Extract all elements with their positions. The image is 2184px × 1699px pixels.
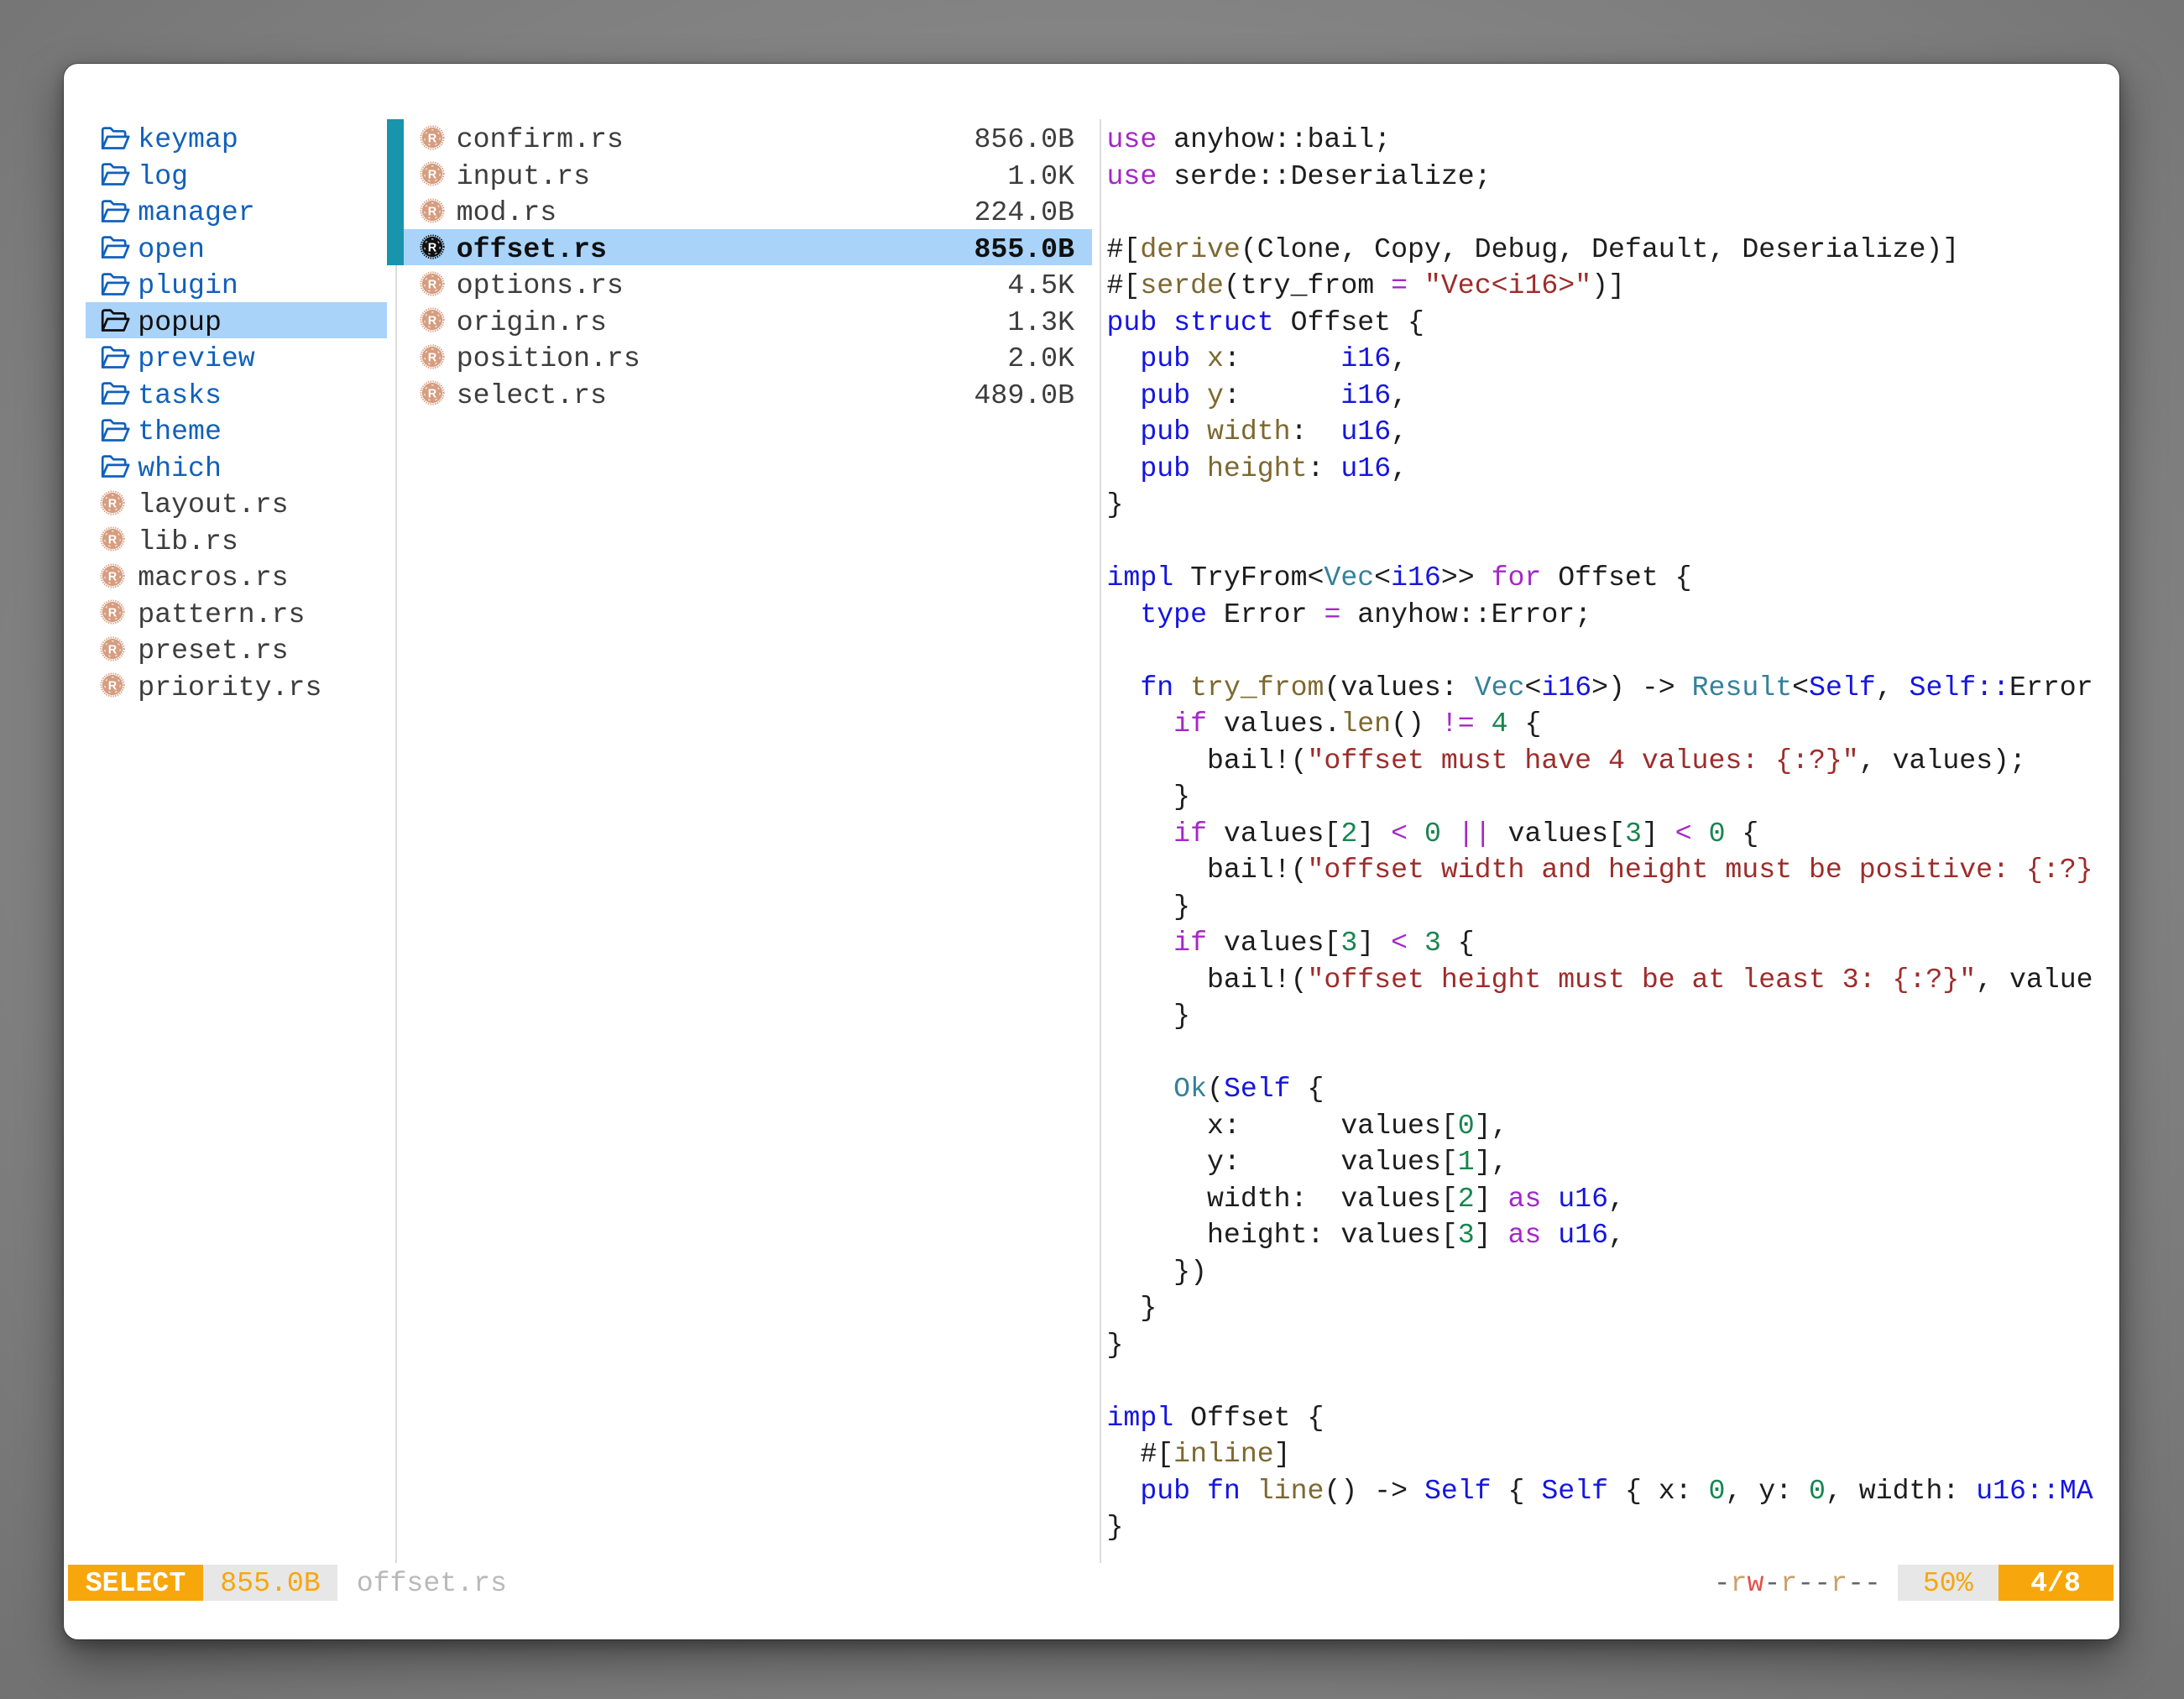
svg-text:R: R	[428, 351, 437, 364]
svg-text:R: R	[108, 606, 118, 619]
svg-text:R: R	[428, 387, 437, 400]
svg-text:R: R	[108, 679, 118, 693]
svg-text:R: R	[428, 168, 437, 181]
svg-text:R: R	[108, 497, 118, 510]
svg-text:R: R	[428, 314, 437, 327]
svg-text:R: R	[108, 533, 118, 546]
svg-text:R: R	[428, 132, 437, 145]
svg-text:R: R	[428, 278, 437, 291]
svg-text:R: R	[428, 241, 437, 254]
svg-text:R: R	[428, 205, 437, 218]
svg-text:R: R	[108, 570, 118, 583]
svg-text:R: R	[108, 643, 118, 656]
